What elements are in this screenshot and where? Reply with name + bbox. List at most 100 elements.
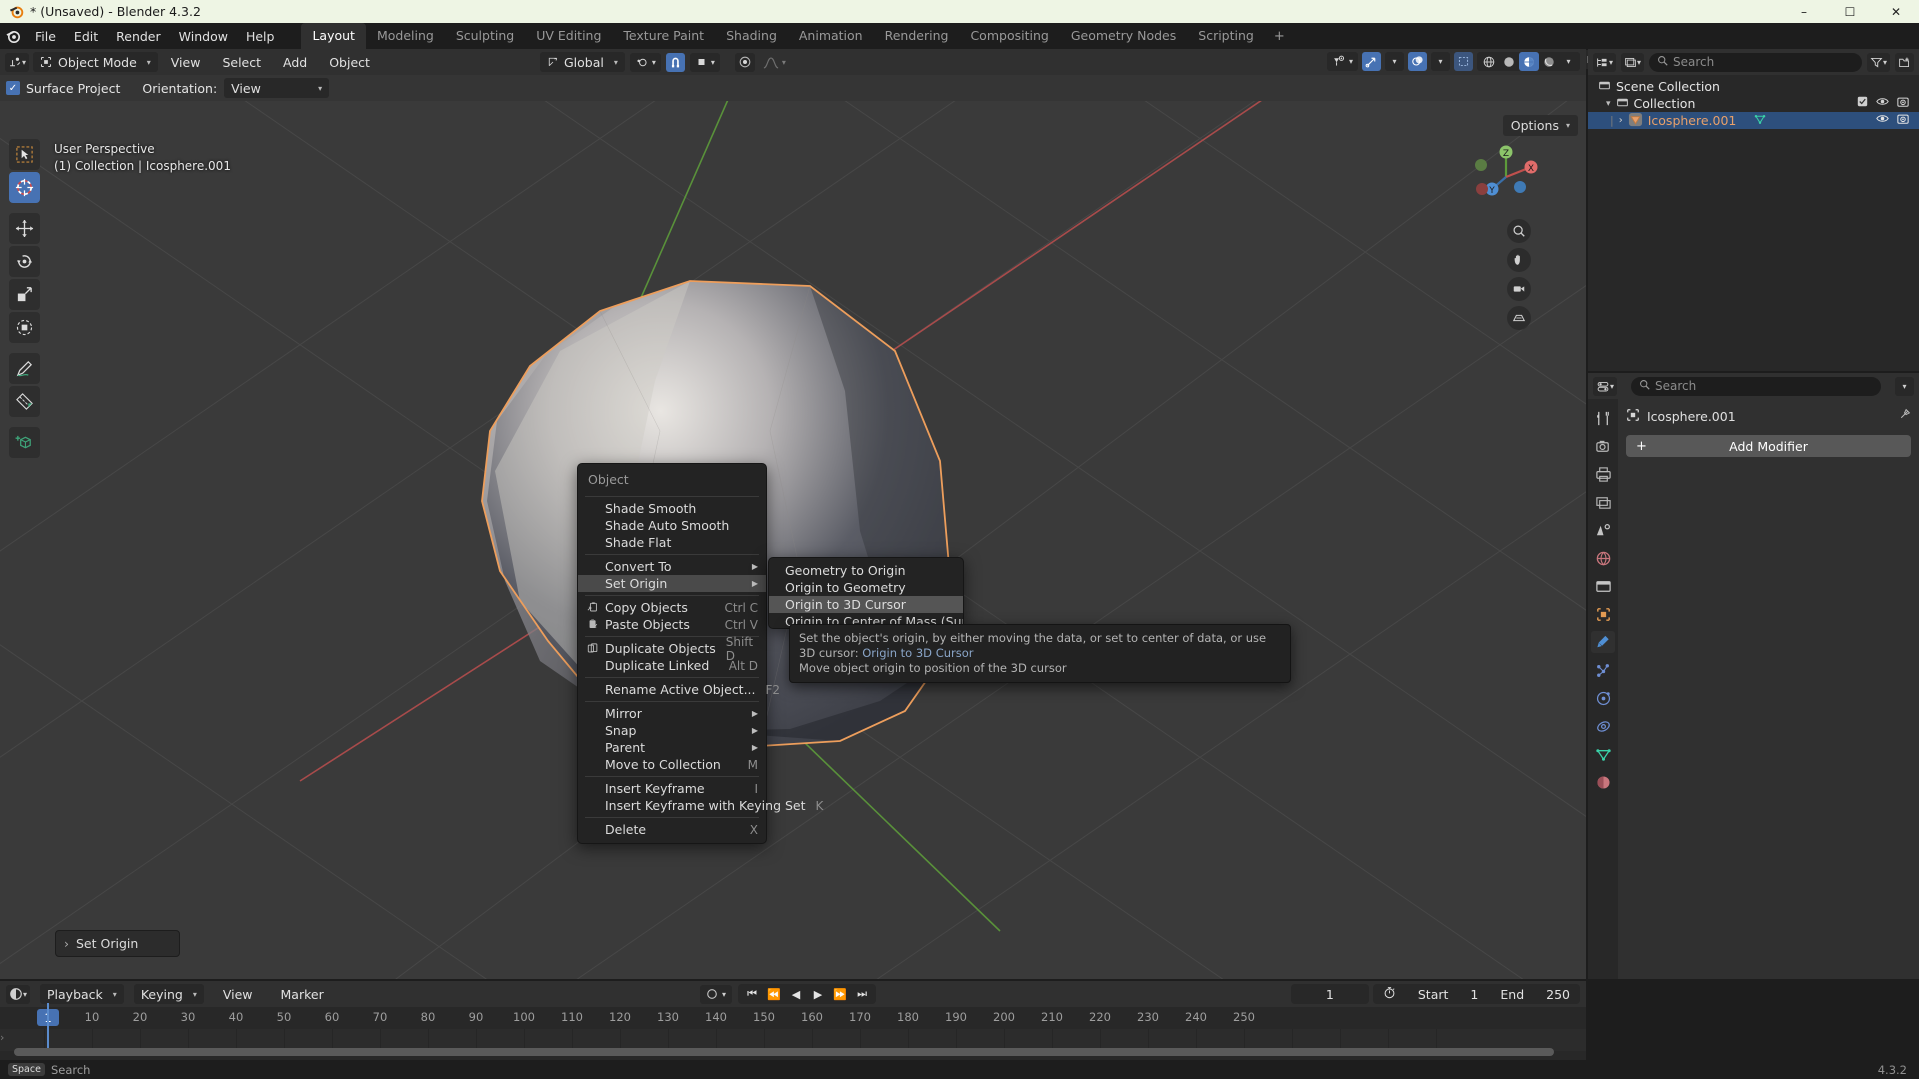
properties-tab-tool[interactable] bbox=[1591, 407, 1615, 429]
outliner-filter-icon[interactable]: ▾ bbox=[1866, 52, 1890, 72]
outliner-new-collection-icon[interactable] bbox=[1895, 52, 1914, 72]
gizmo-options-dropdown[interactable]: ▾ bbox=[1385, 52, 1404, 71]
menu-window[interactable]: Window bbox=[170, 26, 237, 47]
chevron-right-icon[interactable]: › bbox=[1619, 115, 1623, 126]
checkbox-icon[interactable] bbox=[1857, 96, 1868, 111]
properties-search-input[interactable]: Search bbox=[1631, 376, 1881, 396]
menu-edit[interactable]: Edit bbox=[65, 26, 107, 47]
shading-material-preview-button[interactable] bbox=[1519, 52, 1539, 71]
menu-item-snap[interactable]: Snap ▶ bbox=[578, 722, 766, 739]
properties-options-dropdown[interactable]: ▾ bbox=[1895, 376, 1914, 396]
viewport-menu-add[interactable]: Add bbox=[274, 52, 316, 73]
minimize-button[interactable]: – bbox=[1781, 0, 1827, 23]
transform-orientation-dropdown[interactable]: Global ▾ bbox=[540, 52, 625, 72]
camera-render-icon[interactable] bbox=[1897, 96, 1909, 111]
orientation-dropdown[interactable]: View ▾ bbox=[224, 78, 330, 98]
menu-item-insert-keyframe-with-keying-set[interactable]: Insert Keyframe with Keying Set K bbox=[578, 797, 823, 814]
menu-item-parent[interactable]: Parent ▶ bbox=[578, 739, 766, 756]
timeline-playback-dropdown[interactable]: Playback ▾ bbox=[40, 984, 124, 1004]
pin-icon[interactable] bbox=[1898, 408, 1911, 424]
properties-tab-material[interactable] bbox=[1591, 771, 1615, 793]
properties-tab-scene[interactable] bbox=[1591, 519, 1615, 541]
tool-measure[interactable] bbox=[9, 386, 40, 417]
pan-hand-icon[interactable] bbox=[1507, 248, 1531, 272]
outliner-row-icosphere[interactable]: | › Icosphere.001 bbox=[1588, 112, 1919, 129]
tool-rotate[interactable] bbox=[9, 246, 40, 277]
timeline-expand-chevron-icon[interactable]: › bbox=[0, 1031, 4, 1044]
play-reverse-button[interactable]: ◀ bbox=[786, 986, 806, 1002]
snap-toggle-button[interactable] bbox=[665, 52, 685, 72]
auto-keying-toggle[interactable]: ▾ bbox=[700, 984, 733, 1004]
eye-icon[interactable] bbox=[1876, 113, 1889, 128]
menu-item-copy-objects[interactable]: Copy Objects Ctrl C bbox=[578, 599, 766, 616]
outliner-display-mode-icon[interactable]: ▾ bbox=[1621, 52, 1645, 72]
properties-tab-constraints[interactable] bbox=[1591, 715, 1615, 737]
workspace-tab-shading[interactable]: Shading bbox=[715, 23, 788, 49]
surface-project-checkbox[interactable]: ✓ bbox=[6, 81, 20, 95]
shading-solid-button[interactable] bbox=[1499, 52, 1519, 71]
properties-tab-object[interactable] bbox=[1591, 603, 1615, 625]
overlays-options-dropdown[interactable]: ▾ bbox=[1431, 52, 1450, 71]
mesh-data-icon[interactable] bbox=[1753, 113, 1767, 129]
interaction-mode-dropdown[interactable]: Object Mode ▾ bbox=[33, 52, 158, 72]
timeline-keying-dropdown[interactable]: Keying ▾ bbox=[133, 984, 204, 1004]
pivot-point-dropdown[interactable]: ▾ bbox=[629, 52, 661, 72]
timeline-menu-view[interactable]: View bbox=[214, 984, 262, 1005]
tool-cursor[interactable] bbox=[9, 172, 40, 203]
tool-scale[interactable] bbox=[9, 279, 40, 310]
tool-annotate[interactable] bbox=[9, 353, 40, 384]
viewport-menu-view[interactable]: View bbox=[162, 52, 210, 73]
overlays-toggle-button[interactable] bbox=[1408, 52, 1427, 71]
properties-tab-output[interactable] bbox=[1591, 463, 1615, 485]
current-frame-field[interactable]: 1 bbox=[1290, 984, 1369, 1004]
properties-tab-modifier[interactable] bbox=[1591, 631, 1615, 653]
maximize-button[interactable]: ☐ bbox=[1827, 0, 1873, 23]
shading-options-dropdown[interactable]: ▾ bbox=[1559, 52, 1578, 71]
menu-item-convert-to[interactable]: Convert To ▶ bbox=[578, 558, 766, 575]
add-workspace-button[interactable]: + bbox=[1265, 24, 1294, 49]
menu-item-move-to-collection[interactable]: Move to Collection M bbox=[578, 756, 766, 773]
tool-add-cube[interactable] bbox=[9, 427, 40, 458]
blender-logo-icon[interactable] bbox=[0, 23, 26, 49]
shading-wireframe-button[interactable] bbox=[1479, 52, 1499, 71]
falloff-type-dropdown[interactable]: ▾ bbox=[760, 53, 789, 72]
workspace-tab-scripting[interactable]: Scripting bbox=[1187, 23, 1265, 49]
timeline-playhead[interactable] bbox=[47, 1003, 49, 1051]
properties-tab-world[interactable] bbox=[1591, 547, 1615, 569]
next-keyframe-button[interactable]: ⏩ bbox=[830, 986, 850, 1002]
tool-move[interactable] bbox=[9, 213, 40, 244]
viewport-menu-object[interactable]: Object bbox=[320, 52, 379, 73]
outliner-search-input[interactable]: Search bbox=[1649, 52, 1862, 72]
timeline-ruler[interactable]: 1 10 20 30 40 50 60 70 80 90 100 110 120… bbox=[0, 1007, 1586, 1029]
frame-range-fields[interactable]: Start 1 End 250 bbox=[1372, 984, 1580, 1004]
workspace-tab-geometry-nodes[interactable]: Geometry Nodes bbox=[1060, 23, 1187, 49]
submenu-item-origin-to-3d-cursor[interactable]: Origin to 3D Cursor bbox=[769, 596, 963, 613]
editor-type-icon[interactable]: ▾ bbox=[5, 52, 30, 72]
jump-to-start-button[interactable]: ⏮ bbox=[742, 986, 762, 1002]
camera-render-icon[interactable] bbox=[1897, 113, 1909, 128]
menu-item-duplicate-objects[interactable]: Duplicate Objects Shift D bbox=[578, 635, 766, 663]
menu-item-shade-flat[interactable]: Shade Flat bbox=[578, 534, 766, 551]
outliner-editor-type-icon[interactable]: ▾ bbox=[1593, 52, 1617, 72]
previous-keyframe-button[interactable]: ⏪ bbox=[764, 986, 784, 1002]
menu-render[interactable]: Render bbox=[107, 26, 170, 47]
workspace-tab-layout[interactable]: Layout bbox=[301, 23, 366, 49]
navigation-gizmo[interactable]: Z X Y bbox=[1468, 139, 1544, 215]
workspace-tab-modeling[interactable]: Modeling bbox=[366, 23, 445, 49]
menu-item-set-origin[interactable]: Set Origin ▶ bbox=[578, 575, 766, 592]
workspace-tab-texture-paint[interactable]: Texture Paint bbox=[612, 23, 715, 49]
workspace-tab-sculpting[interactable]: Sculpting bbox=[445, 23, 525, 49]
object-visibility-dropdown[interactable]: ▾ bbox=[1326, 52, 1358, 71]
tool-transform[interactable] bbox=[9, 312, 40, 343]
eye-icon[interactable] bbox=[1876, 96, 1889, 111]
add-modifier-button[interactable]: + Add Modifier bbox=[1626, 435, 1911, 457]
menu-item-insert-keyframe[interactable]: Insert Keyframe I bbox=[578, 780, 766, 797]
proportional-editing-toggle[interactable] bbox=[734, 52, 755, 72]
gizmo-toggle-button[interactable] bbox=[1362, 52, 1381, 71]
menu-item-shade-smooth[interactable]: Shade Smooth bbox=[578, 500, 766, 517]
menu-help[interactable]: Help bbox=[237, 26, 284, 47]
submenu-item-geometry-to-origin[interactable]: Geometry to Origin bbox=[769, 562, 963, 579]
menu-item-rename-active-object[interactable]: Rename Active Object... F2 bbox=[578, 681, 780, 698]
submenu-item-origin-to-geometry[interactable]: Origin to Geometry bbox=[769, 579, 963, 596]
properties-tab-view-layer[interactable] bbox=[1591, 491, 1615, 513]
